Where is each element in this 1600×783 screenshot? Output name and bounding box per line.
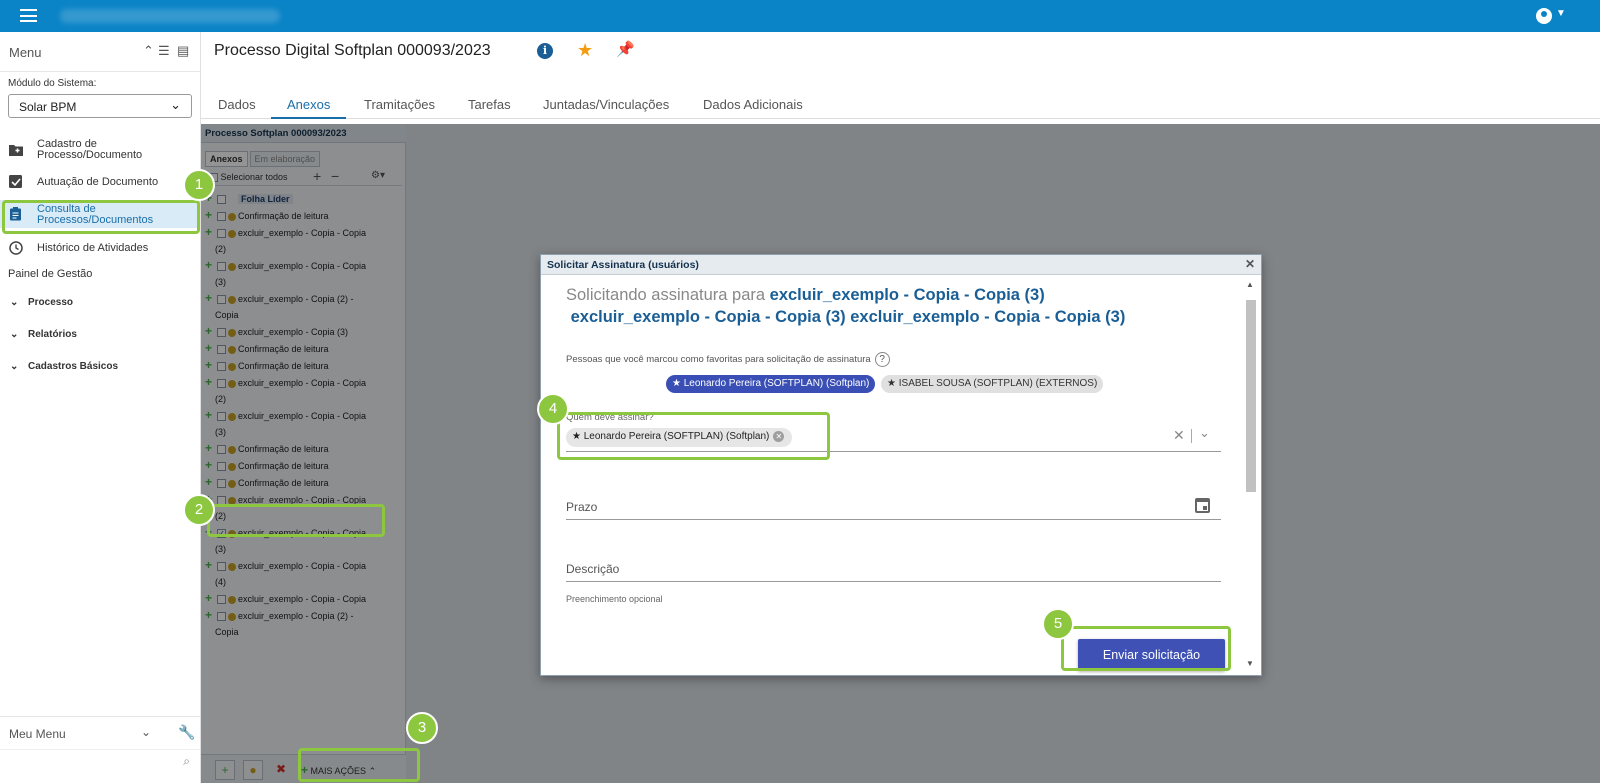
tab-tramitacoes[interactable]: Tramitações [364, 97, 435, 119]
deadline-field[interactable]: Prazo [566, 500, 597, 514]
favorite-chip[interactable]: ★ Leonardo Pereira (SOFTPLAN) (Softplan) [666, 375, 876, 393]
chevron-up-icon[interactable]: ⌃ [143, 43, 154, 59]
highlight-more-actions [298, 748, 420, 782]
account-menu[interactable]: ▼ [1536, 6, 1570, 26]
menu-search-input[interactable] [6, 753, 174, 771]
tab-tarefas[interactable]: Tarefas [468, 97, 511, 119]
sidebar-item-historico[interactable]: Histórico de Atividades [0, 238, 200, 258]
chevron-down-icon: ⌄ [10, 297, 19, 308]
clock-icon [9, 241, 23, 255]
chevron-down-icon[interactable]: ⌄ [1199, 425, 1210, 441]
top-bar: ▼ [0, 0, 1600, 32]
description-field[interactable]: Descrição [566, 562, 619, 576]
sidebar-title: Menu [9, 45, 42, 60]
step-badge-1: 1 [183, 169, 215, 201]
heading-doc: excluir_exemplo - Copia - Copia (3) [570, 308, 846, 326]
tab-dados[interactable]: Dados [218, 97, 256, 119]
scroll-thumb[interactable] [1246, 300, 1256, 492]
favorites-label: Pessoas que você marcou como favoritas p… [566, 352, 890, 367]
highlight-consulta [2, 200, 200, 234]
heading-prefix: Solicitando assinatura para [566, 286, 766, 304]
clear-icon[interactable]: ✕ [1173, 427, 1185, 444]
chevron-down-icon: ⌄ [10, 329, 19, 340]
pin-icon[interactable]: 📌 [616, 40, 635, 58]
sidebar-item-label: Cadastro de Processo/Documento [37, 138, 143, 161]
group-label: Relatórios [28, 329, 77, 340]
group-label: Processo [28, 297, 74, 308]
chevron-down-icon: ▼ [1556, 8, 1566, 19]
account-icon [1536, 8, 1552, 24]
group-label: Cadastros Básicos [28, 361, 119, 372]
hamburger-icon[interactable] [20, 9, 37, 22]
step-badge-2: 2 [183, 494, 215, 526]
scroll-up-icon[interactable]: ▲ [1246, 280, 1254, 289]
tab-juntadas[interactable]: Juntadas/Vinculações [543, 97, 669, 119]
group-cadastros-basicos[interactable]: ⌄ Cadastros Básicos [10, 361, 118, 372]
group-processo[interactable]: ⌄ Processo [10, 297, 73, 308]
favorite-chip[interactable]: ★ ISABEL SOUSA (SOFTPLAN) (EXTERNOS) [881, 375, 1104, 393]
page-title: Processo Digital Softplan 000093/2023 [214, 42, 491, 59]
my-menu-title: Meu Menu [9, 727, 66, 741]
scroll-down-icon[interactable]: ▼ [1246, 659, 1254, 668]
module-select[interactable]: Solar BPM ⌄ [8, 94, 192, 118]
tab-anexos[interactable]: Anexos [271, 97, 347, 119]
highlight-send-button [1061, 626, 1231, 671]
list-icon[interactable]: ▤ [177, 43, 189, 59]
info-icon[interactable]: i [537, 43, 553, 59]
blurred-app-name [60, 9, 280, 23]
deadline-underline [566, 519, 1221, 520]
divider [1191, 429, 1192, 443]
favorite-chip-label: Leonardo Pereira (SOFTPLAN) (Softplan) [683, 378, 870, 389]
sidebar-item-label: Histórico de Atividades [37, 242, 149, 254]
wrench-icon[interactable]: 🔧 [178, 724, 195, 741]
sidebar-item-cadastro[interactable]: Cadastro de Processo/Documento [0, 136, 200, 164]
dialog-title-text: Solicitar Assinatura (usuários) [547, 259, 699, 271]
module-select-value: Solar BPM [19, 100, 77, 114]
help-icon[interactable]: ? [874, 352, 890, 367]
close-icon[interactable]: ✕ [1245, 257, 1255, 271]
my-menu: Meu Menu ⌄ 🔧 ⌕ [0, 716, 200, 782]
chevron-down-icon: ⌄ [170, 97, 181, 112]
calendar-icon[interactable] [1195, 498, 1210, 513]
painel-gestao-label: Painel de Gestão [8, 268, 93, 280]
highlight-signer [557, 412, 830, 460]
dialog-heading: Solicitando assinatura para excluir_exem… [566, 284, 1226, 328]
group-relatorios[interactable]: ⌄ Relatórios [10, 329, 77, 340]
dialog-scrollbar[interactable]: ▲ ▼ [1243, 276, 1259, 676]
list-tree-icon[interactable]: ☰ [158, 43, 170, 59]
step-badge-3: 3 [406, 712, 438, 744]
tab-dados-adicionais[interactable]: Dados Adicionais [703, 97, 803, 119]
description-hint: Preenchimento opcional [566, 594, 663, 604]
star-icon[interactable]: ★ [577, 40, 593, 61]
signature-request-dialog: Solicitar Assinatura (usuários) ✕ Solici… [540, 254, 1262, 676]
step-badge-5: 5 [1042, 608, 1074, 640]
step-badge-4: 4 [537, 393, 569, 425]
search-icon[interactable]: ⌕ [183, 754, 190, 769]
heading-doc: excluir_exemplo - Copia - Copia (3) [850, 308, 1126, 326]
heading-doc: excluir_exemplo - Copia - Copia (3) [769, 286, 1045, 304]
description-underline [566, 581, 1221, 582]
sidebar-item-label: Autuação de Documento [37, 176, 159, 188]
menu-search: ⌕ [0, 749, 200, 773]
module-label: Módulo do Sistema: [8, 78, 97, 89]
checkbox-icon [9, 175, 22, 188]
sidebar: Menu ⌃ ☰ ▤ Módulo do Sistema: Solar BPM … [0, 32, 201, 783]
chevron-down-icon: ⌄ [10, 361, 19, 372]
sidebar-header: Menu ⌃ ☰ ▤ [0, 32, 200, 72]
sidebar-item-autuacao[interactable]: Autuação de Documento [0, 172, 200, 192]
folder-plus-icon [9, 145, 23, 156]
favorites-label-text: Pessoas que você marcou como favoritas p… [566, 354, 871, 366]
dialog-title: Solicitar Assinatura (usuários) ✕ [541, 255, 1261, 275]
dialog-body: Solicitando assinatura para excluir_exem… [541, 276, 1241, 676]
process-tabs: Dados Anexos Tramitações Tarefas Juntada… [200, 90, 1600, 119]
highlight-checked-row [207, 504, 385, 537]
chevron-down-icon[interactable]: ⌄ [141, 725, 151, 739]
favorite-chip-label: ISABEL SOUSA (SOFTPLAN) (EXTERNOS) [898, 378, 1098, 389]
